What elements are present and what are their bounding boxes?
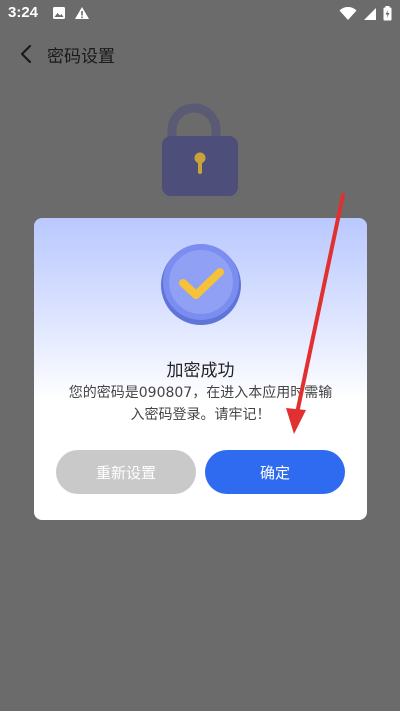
signal-icon <box>364 7 376 20</box>
confirm-button[interactable]: 确定 <box>205 450 345 494</box>
wifi-icon <box>339 6 357 20</box>
status-right-icons <box>339 6 392 21</box>
success-dialog: 加密成功 您的密码是090807，在进入本应用时需输 入密码登录。请牢记！ 重新… <box>34 218 367 520</box>
battery-icon <box>383 6 392 21</box>
dialog-message: 您的密码是090807，在进入本应用时需输 入密码登录。请牢记！ <box>62 382 339 426</box>
dialog-title: 加密成功 <box>166 361 235 381</box>
status-bar: 3:24 <box>0 0 400 28</box>
dialog-message-line2: 入密码登录。请牢记！ <box>130 407 271 423</box>
image-icon <box>53 7 65 19</box>
chevron-left-icon[interactable] <box>16 43 38 65</box>
lock-icon <box>162 103 238 196</box>
page-title: 密码设置 <box>47 47 115 67</box>
status-time: 3:24 <box>8 4 39 21</box>
checkmark-icon <box>161 244 241 325</box>
app-header: 密码设置 <box>0 28 400 80</box>
dialog-message-line1: 您的密码是090807，在进入本应用时需输 <box>68 385 333 401</box>
status-left-icons <box>52 6 90 20</box>
warning-icon <box>75 7 89 19</box>
reset-button[interactable]: 重新设置 <box>56 450 196 494</box>
